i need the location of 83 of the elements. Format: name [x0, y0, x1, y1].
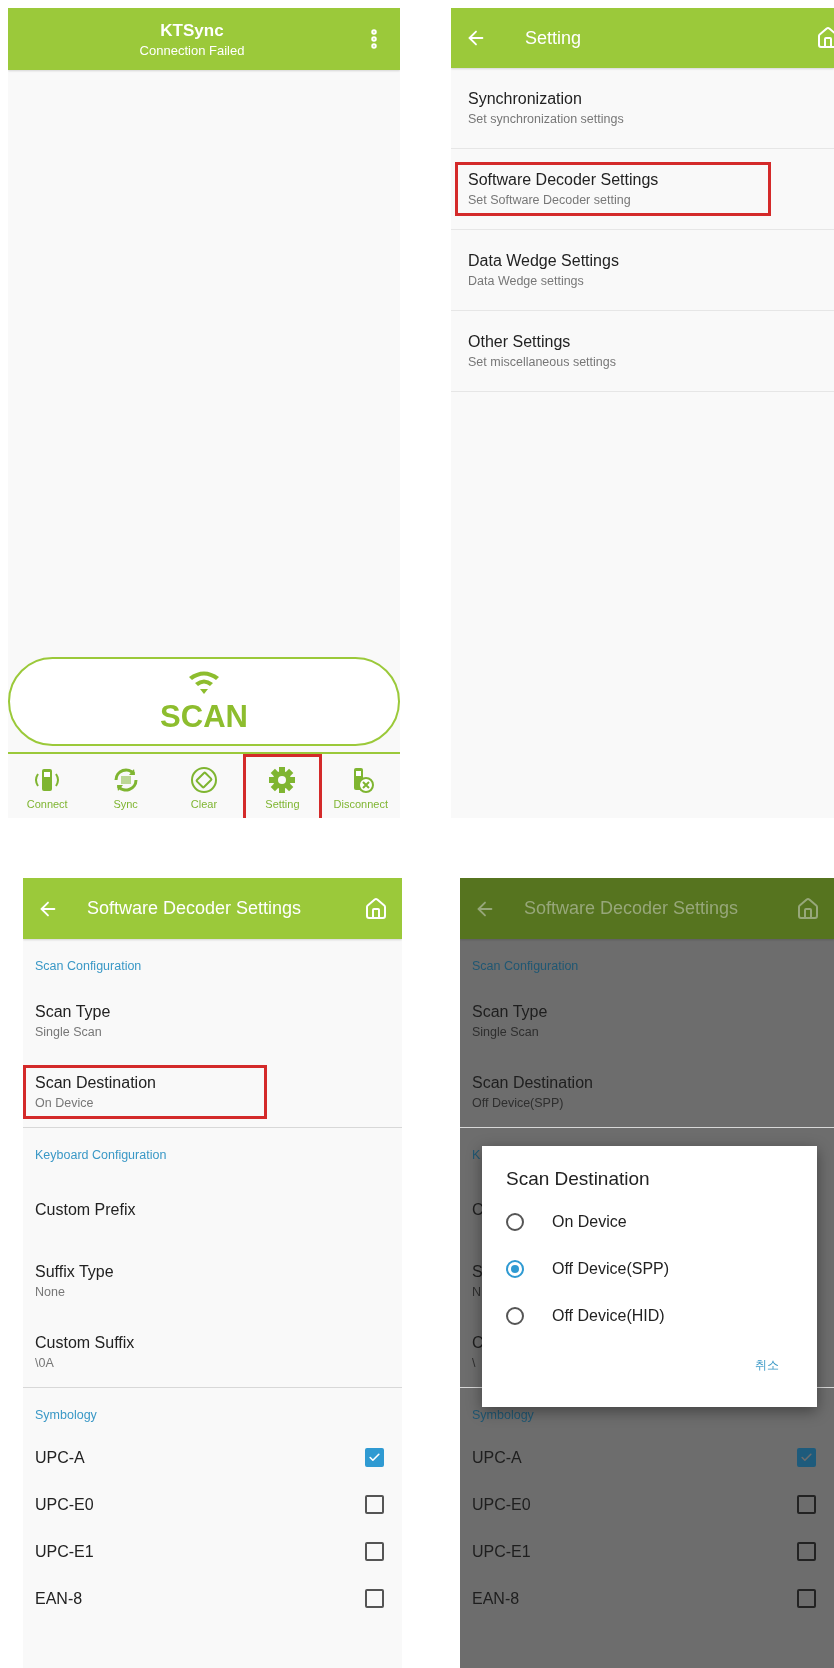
preference-item[interactable]: Custom Suffix \0A: [23, 1324, 267, 1379]
checkbox[interactable]: [365, 1495, 384, 1514]
settings-icon: [267, 765, 298, 794]
eraser-icon: [189, 765, 219, 794]
preference-summary: \: [472, 1355, 476, 1370]
preference-summary: \0A: [35, 1355, 54, 1370]
symbology-label: UPC-E0: [472, 1495, 531, 1514]
preference-item[interactable]: Scan Type Single Scan: [460, 993, 704, 1048]
screen-title: Software Decoder Settings: [524, 898, 740, 919]
preference-summary: Off Device(SPP): [472, 1095, 564, 1110]
nav-button[interactable]: Connect: [8, 754, 87, 818]
section-header: K: [471, 1147, 482, 1164]
preference-summary: N: [472, 1284, 482, 1299]
symbology-label: UPC-A: [35, 1448, 85, 1467]
item-title: Other Settings: [468, 333, 571, 351]
symbology-label: UPC-E0: [35, 1495, 94, 1514]
item-summary: Data Wedge settings: [468, 274, 584, 288]
app-title: KTSync: [160, 20, 224, 41]
cancel-button[interactable]: 취소: [751, 1353, 783, 1378]
check-icon: [368, 1451, 381, 1464]
checkbox[interactable]: [797, 1448, 816, 1467]
symbology-label: EAN-8: [472, 1589, 520, 1608]
item-title: Software Decoder Settings: [468, 171, 659, 189]
symbology-label: UPC-A: [472, 1448, 522, 1467]
check-icon: [800, 1451, 813, 1464]
checkbox[interactable]: [797, 1495, 816, 1514]
nav-button[interactable]: Setting: [243, 754, 322, 818]
settings-item[interactable]: Software Decoder Settings Set Software Decoder setting: [455, 162, 771, 216]
item-summary: Set Software Decoder setting: [468, 193, 631, 207]
preference-title: Scan Destination: [35, 1073, 156, 1092]
radio-button[interactable]: [506, 1306, 524, 1325]
settings-item[interactable]: Data Wedge Settings Data Wedge settings: [455, 243, 771, 297]
preference-title: Scan Type: [35, 1002, 111, 1021]
option-label: On Device: [552, 1212, 627, 1231]
preference-title: Scan Type: [472, 1002, 548, 1021]
nav-button[interactable]: Disconnect: [321, 754, 400, 818]
checkbox[interactable]: [365, 1448, 384, 1467]
section-header: Scan Configuration: [34, 958, 143, 975]
checkbox[interactable]: [365, 1542, 384, 1561]
symbology-label: EAN-8: [35, 1589, 83, 1608]
preference-item[interactable]: Scan Destination Off Device(SPP): [460, 1064, 704, 1119]
scan-button[interactable]: SCAN: [8, 657, 400, 746]
section-header: Symbology: [34, 1407, 98, 1424]
dialog-title: Scan Destination: [505, 1168, 651, 1190]
nav-button[interactable]: Clear: [164, 754, 244, 818]
preference-title: Suffix Type: [35, 1262, 114, 1281]
option-label: Off Device(SPP): [552, 1259, 670, 1278]
screen-title: Software Decoder Settings: [87, 898, 303, 919]
checkbox[interactable]: [365, 1589, 384, 1608]
preference-item[interactable]: Suffix Type None: [23, 1253, 267, 1308]
radio-button[interactable]: [506, 1212, 524, 1231]
settings-item[interactable]: Synchronization Set synchronization settings: [455, 81, 771, 135]
section-header: Symbology: [471, 1407, 535, 1424]
nav-button[interactable]: Sync: [86, 754, 165, 818]
symbology-label: UPC-E1: [472, 1542, 531, 1561]
preference-title: Custom Suffix: [35, 1333, 135, 1352]
preference-title: S: [472, 1262, 483, 1281]
home-icon[interactable]: [796, 896, 820, 921]
item-title: Data Wedge Settings: [468, 252, 619, 270]
section-header: Scan Configuration: [471, 958, 580, 975]
preference-summary: On Device: [35, 1095, 94, 1110]
preference-item[interactable]: Scan Destination On Device: [23, 1064, 267, 1119]
home-icon[interactable]: [816, 26, 834, 50]
preference-summary: None: [35, 1284, 65, 1299]
item-title: Synchronization: [468, 90, 582, 108]
connection-status: Connection Failed: [139, 42, 245, 58]
item-summary: Set synchronization settings: [468, 112, 624, 126]
home-icon[interactable]: [364, 896, 388, 921]
preference-title: Custom Prefix: [35, 1200, 136, 1219]
screen-title: Setting: [525, 27, 582, 49]
section-header: Keyboard Configuration: [34, 1147, 168, 1164]
settings-item[interactable]: Other Settings Set miscellaneous settings: [455, 324, 771, 378]
preference-summary: Single Scan: [472, 1024, 539, 1039]
checkbox[interactable]: [797, 1542, 816, 1561]
checkbox[interactable]: [797, 1589, 816, 1608]
radio-button[interactable]: [506, 1259, 524, 1278]
preference-title: Scan Destination: [472, 1073, 593, 1092]
symbology-label: UPC-E1: [35, 1542, 94, 1561]
preference-item[interactable]: Custom Prefix: [23, 1189, 267, 1230]
preference-summary: Single Scan: [35, 1024, 102, 1039]
option-label: Off Device(HID): [552, 1306, 665, 1325]
item-summary: Set miscellaneous settings: [468, 355, 616, 369]
preference-item[interactable]: Scan Type Single Scan: [23, 993, 267, 1048]
